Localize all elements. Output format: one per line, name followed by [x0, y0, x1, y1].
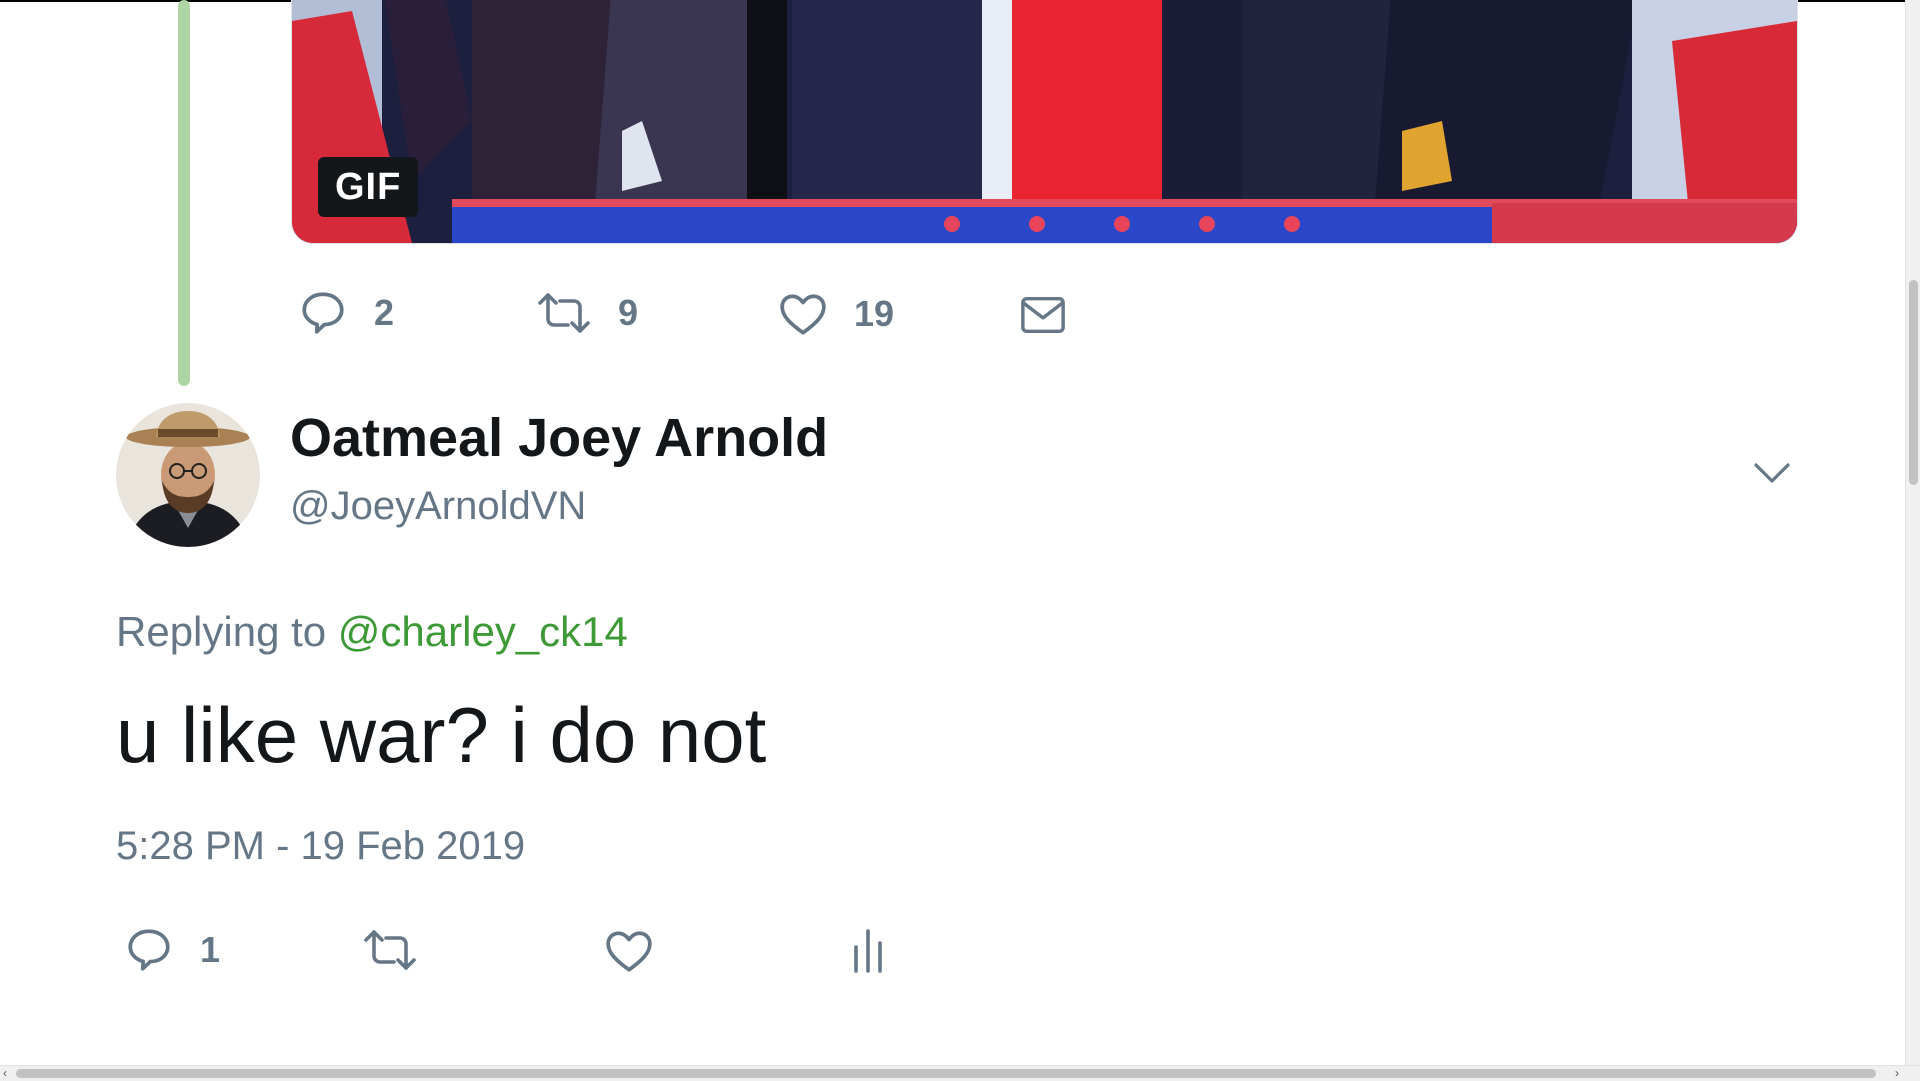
user-handle[interactable]: @JoeyArnoldVN [290, 484, 586, 529]
like-button[interactable]: 19 [778, 290, 894, 338]
gif-badge: GIF [318, 157, 419, 217]
like-icon [778, 290, 828, 338]
retweet-count: 9 [618, 292, 639, 333]
thread-connector-line [178, 0, 190, 386]
like-count: 19 [854, 293, 895, 334]
gif-media[interactable] [291, 0, 1798, 244]
mention-link[interactable]: @charley_ck14 [338, 608, 628, 655]
reply-icon [124, 925, 174, 975]
reply-count: 2 [374, 292, 395, 333]
like-icon [604, 927, 654, 975]
retweet-button[interactable]: 9 [536, 290, 638, 336]
chevron-down-icon [1752, 460, 1792, 486]
horizontal-scrollbar-thumb[interactable] [16, 1069, 1876, 1078]
reply-count: 1 [200, 929, 221, 970]
reply-button[interactable]: 1 [124, 925, 220, 975]
like-button[interactable] [604, 927, 654, 975]
tweet-timestamp[interactable]: 5:28 PM - 19 Feb 2019 [116, 824, 525, 869]
display-name[interactable]: Oatmeal Joey Arnold [290, 407, 828, 469]
reply-icon [298, 288, 348, 338]
direct-message-icon [1020, 295, 1066, 335]
retweet-button[interactable] [362, 927, 418, 973]
retweet-icon [536, 290, 592, 336]
scroll-left-arrow-icon[interactable]: ‹ [3, 1066, 7, 1081]
reply-button[interactable]: 2 [298, 288, 394, 338]
retweet-icon [362, 927, 418, 973]
replying-to-line: Replying to @charley_ck14 [116, 608, 628, 656]
more-options-button[interactable] [1752, 460, 1792, 486]
vertical-scrollbar[interactable] [1905, 0, 1920, 1065]
horizontal-scrollbar[interactable]: ‹ › [0, 1065, 1920, 1081]
replying-to-label: Replying to [116, 608, 338, 655]
tweet-thread-page: GIF 2 9 19 Oatmeal Joey Arnold @JoeyArno… [0, 0, 1905, 1065]
direct-message-button[interactable] [1020, 295, 1066, 335]
scroll-right-arrow-icon[interactable]: › [1895, 1066, 1899, 1081]
analytics-button[interactable] [852, 927, 884, 975]
tweet-text: u like war? i do not [116, 691, 767, 779]
vertical-scrollbar-thumb[interactable] [1909, 280, 1918, 485]
avatar[interactable] [116, 403, 260, 547]
analytics-icon [852, 927, 884, 975]
